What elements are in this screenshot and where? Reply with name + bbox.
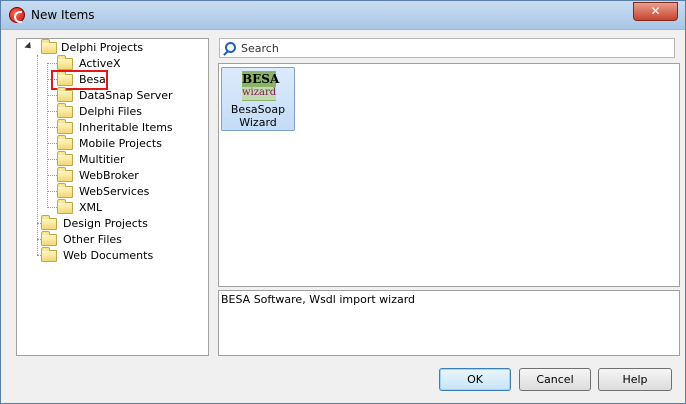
tree-connector [47,95,57,96]
tree-item-label: Mobile Projects [79,137,162,150]
tree-item-label: XML [79,201,103,214]
folder-icon [57,199,73,214]
tree-connector [47,143,57,144]
item-label-line1: BesaSoap [230,103,286,116]
close-button[interactable]: ✕ [633,2,678,21]
tree-item-label: Web Documents [63,249,154,262]
tree-connector [47,127,57,128]
folder-icon [57,87,73,102]
tree-item-label: Design Projects [63,217,148,230]
folder-icon [41,215,57,230]
tree-connector [37,55,38,255]
cancel-button[interactable]: Cancel [519,368,591,391]
besa-wizard-icon: BESA wizard [242,71,280,101]
folder-icon [57,55,73,70]
item-label: BesaSoap Wizard [222,103,294,129]
item-icon-text-top: BESA [242,72,280,86]
item-description: BESA Software, Wsdl import wizard [218,290,680,356]
tree-connector [47,175,57,176]
search-box[interactable] [219,38,675,58]
folder-icon [57,167,73,182]
window-title: New Items [31,8,95,22]
item-besasoap-wizard[interactable]: BESA wizard BesaSoap Wizard [221,67,295,131]
item-icon-text-bottom: wizard [242,87,277,100]
help-button[interactable]: Help [598,368,672,391]
folder-icon [57,183,73,198]
tree-connector [47,63,57,64]
tree-item-label: Other Files [63,233,122,246]
folder-icon [41,39,57,54]
close-icon: ✕ [650,4,661,18]
folder-icon [57,135,73,150]
tree-item-label: DataSnap Server [79,89,173,102]
folder-icon [41,247,57,262]
tree-item-label: Inheritable Items [79,121,173,134]
title-bar[interactable]: New Items ✕ [1,1,685,30]
category-tree[interactable]: Delphi Projects ActiveX Besa DataSnap Se… [16,38,209,356]
tree-item-label: WebServices [79,185,150,198]
items-gallery[interactable]: BESA wizard BesaSoap Wizard [218,63,680,287]
search-icon [225,42,236,53]
delphi-app-icon [9,7,25,23]
folder-icon [57,103,73,118]
tree-connector [47,63,48,208]
folder-icon [57,119,73,134]
folder-icon [57,151,73,166]
tree-item-label: Multitier [79,153,125,166]
item-label-line2: Wizard [239,116,277,129]
tree-item-delphi-projects[interactable]: Delphi Projects [17,39,207,56]
expand-arrow-icon[interactable] [24,41,34,52]
new-items-dialog: New Items ✕ Delphi Projects ActiveX Besa… [0,0,686,404]
folder-icon [41,231,57,246]
tree-connector [47,207,57,208]
ok-button[interactable]: OK [439,368,511,391]
tree-item-label: Delphi Projects [61,41,144,54]
search-input[interactable] [241,40,661,56]
tree-item-label: WebBroker [79,169,139,182]
tree-connector [47,159,57,160]
tree-connector [47,191,57,192]
tree-item-label: Delphi Files [79,105,142,118]
tree-connector [47,111,57,112]
